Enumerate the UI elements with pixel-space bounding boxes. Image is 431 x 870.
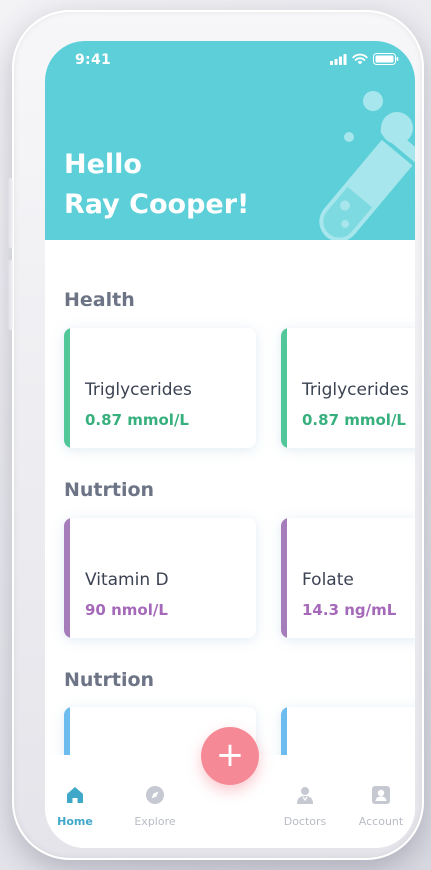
phone-frame: 9:41 Hello Ray Cooper! Health Triglyceri… xyxy=(7,10,424,860)
content-area[interactable]: Health Triglycerides 0.87 mmol/L Triglyc… xyxy=(45,240,415,755)
test-tube-illustration xyxy=(319,91,415,240)
section-title-nutrition: Nutrtion xyxy=(64,479,155,501)
greeting-line1: Hello xyxy=(64,149,142,180)
metric-card[interactable]: Vitamin D 90 nmol/L xyxy=(64,518,256,638)
metric-card[interactable]: Triglycerides 0.87 mmol/L xyxy=(281,328,415,448)
metric-card[interactable]: Folate 14.3 ng/mL xyxy=(281,518,415,638)
app-screen: 9:41 Hello Ray Cooper! Health Triglyceri… xyxy=(45,41,415,848)
volume-up-button xyxy=(7,178,13,248)
greeting-line2: Ray Cooper! xyxy=(64,189,250,220)
doctor-icon xyxy=(297,787,313,804)
card-accent-bar xyxy=(64,328,70,448)
card-accent-bar xyxy=(64,518,70,638)
tab-account[interactable]: Account xyxy=(351,785,411,828)
metric-card[interactable] xyxy=(281,707,415,755)
greeting: Hello Ray Cooper! xyxy=(64,145,249,225)
card-accent-bar xyxy=(281,518,287,638)
battery-icon xyxy=(373,53,399,65)
account-icon xyxy=(372,786,390,804)
metric-name: Triglycerides xyxy=(302,380,409,400)
status-icons xyxy=(330,53,399,65)
metric-card[interactable]: Triglycerides 0.87 mmol/L xyxy=(64,328,256,448)
card-accent-bar xyxy=(281,707,287,755)
compass-icon xyxy=(146,786,164,804)
add-button[interactable]: + xyxy=(201,727,259,785)
tab-explore[interactable]: Explore xyxy=(125,785,185,828)
metric-value: 14.3 ng/mL xyxy=(302,601,397,619)
metric-name: Folate xyxy=(302,570,354,590)
home-icon xyxy=(67,787,83,803)
tab-label: Doctors xyxy=(283,815,327,828)
header-banner: 9:41 Hello Ray Cooper! xyxy=(45,41,415,240)
wifi-icon xyxy=(352,53,368,65)
volume-down-button xyxy=(7,260,13,330)
metric-name: Triglycerides xyxy=(85,380,192,400)
status-bar: 9:41 xyxy=(45,41,415,81)
signal-icon xyxy=(330,53,347,65)
card-accent-bar xyxy=(64,707,70,755)
section-title-health: Health xyxy=(64,289,135,311)
metric-value: 90 nmol/L xyxy=(85,601,168,619)
tab-label: Home xyxy=(57,815,93,828)
metric-value: 0.87 mmol/L xyxy=(302,411,406,429)
section-title-nutrition-2: Nutrtion xyxy=(64,669,155,691)
metric-name: Vitamin D xyxy=(85,570,169,590)
card-accent-bar xyxy=(281,328,287,448)
tab-doctors[interactable]: Doctors xyxy=(275,785,335,828)
tab-label: Explore xyxy=(134,815,176,828)
tab-label: Account xyxy=(358,815,404,828)
metric-value: 0.87 mmol/L xyxy=(85,411,189,429)
tab-home[interactable]: Home xyxy=(45,785,105,828)
status-time: 9:41 xyxy=(75,52,112,68)
